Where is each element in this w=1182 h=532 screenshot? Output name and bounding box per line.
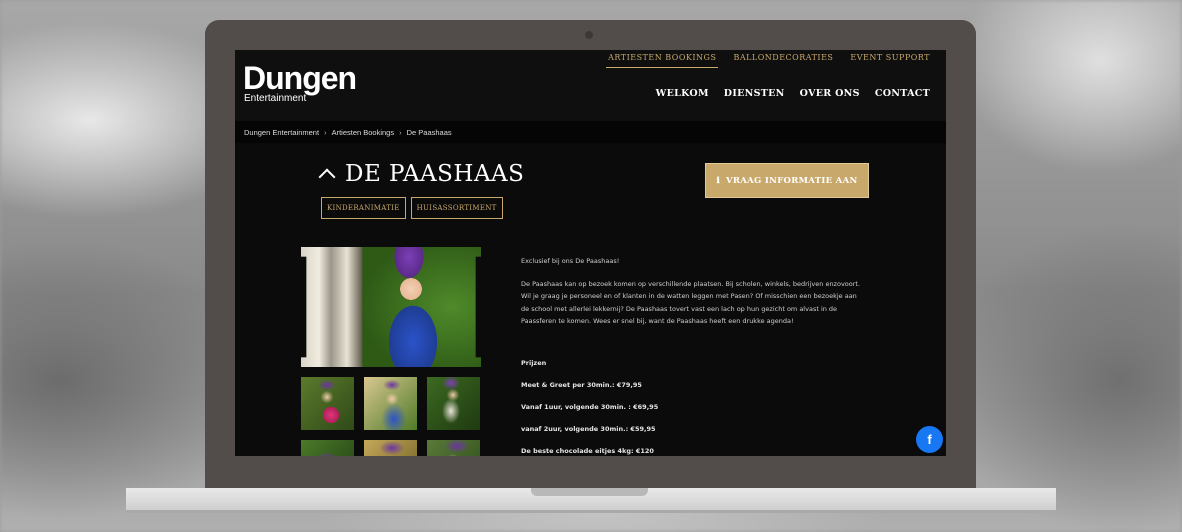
topnav-event-support[interactable]: EVENT SUPPORT (848, 53, 932, 68)
breadcrumb-current: De Paashaas (406, 127, 452, 137)
nav-diensten[interactable]: DIENSTEN (724, 88, 785, 99)
tag-list: KINDERANIMATIE HUISASSORTIMENT (321, 197, 503, 219)
topnav-ballondecoraties[interactable]: BALLONDECORATIES (731, 53, 835, 68)
gallery-thumbnail[interactable] (364, 440, 417, 456)
description-intro: Exclusief bij ons De Paashaas! (521, 257, 620, 265)
gallery-thumbnail[interactable] (364, 377, 417, 430)
gallery-thumbnail[interactable] (301, 377, 354, 430)
price-item: Meet & Greet per 30min.: €79,95 (521, 381, 642, 389)
page-title: DE PAASHAAS (345, 161, 525, 187)
top-nav: ARTIESTEN BOOKINGS BALLONDECORATIES EVEN… (606, 53, 932, 68)
breadcrumb-artiesten[interactable]: Artiesten Bookings (332, 128, 395, 137)
request-info-button[interactable]: ℹ VRAAG INFORMATIE AAN (705, 163, 869, 198)
topnav-artiesten-bookings[interactable]: ARTIESTEN BOOKINGS (606, 53, 719, 68)
chevron-up-icon[interactable] (318, 168, 336, 186)
hero-image[interactable] (301, 247, 481, 367)
laptop-notch (531, 488, 648, 496)
nav-over-ons[interactable]: OVER ONS (800, 88, 860, 99)
tag-kinderanimatie[interactable]: KINDERANIMATIE (321, 197, 406, 219)
tag-huisassortiment[interactable]: HUISASSORTIMENT (410, 197, 503, 219)
breadcrumb: Dungen Entertainment › Artiesten Booking… (235, 121, 946, 143)
gallery-thumbnail[interactable] (301, 440, 354, 456)
prices-heading: Prijzen (521, 359, 547, 367)
info-icon: ℹ (716, 175, 720, 186)
logo[interactable]: Dungen (243, 61, 357, 95)
site-header: Dungen Entertainment ARTIESTEN BOOKINGS … (235, 50, 946, 121)
main-nav: WELKOM DIENSTEN OVER ONS CONTACT (656, 88, 930, 99)
price-item: De beste chocolade eitjes 4kg: €120 (521, 447, 654, 455)
description: Exclusief bij ons De Paashaas! De Paasha… (521, 255, 866, 338)
breadcrumb-separator: › (399, 127, 402, 137)
breadcrumb-separator: › (324, 127, 327, 137)
price-item: Vanaf 1uur, volgende 30min. : €69,95 (521, 403, 659, 411)
title-row: DE PAASHAAS (318, 161, 525, 187)
laptop-screen: Dungen Entertainment ARTIESTEN BOOKINGS … (235, 50, 946, 456)
laptop-camera (585, 31, 593, 39)
gallery-thumbnail[interactable] (427, 440, 480, 456)
thumbnail-gallery (301, 377, 480, 456)
description-body: De Paashaas kan op bezoek komen op versc… (521, 279, 861, 326)
nav-welkom[interactable]: WELKOM (656, 88, 709, 99)
nav-contact[interactable]: CONTACT (875, 88, 930, 99)
facebook-icon[interactable]: f (916, 426, 943, 453)
logo-subtitle: Entertainment (244, 93, 307, 104)
request-info-label: VRAAG INFORMATIE AAN (725, 175, 858, 186)
price-item: vanaf 2uur, volgende 30min.: €59,95 (521, 425, 656, 433)
gallery-thumbnail[interactable] (427, 377, 480, 430)
breadcrumb-home[interactable]: Dungen Entertainment (244, 128, 319, 137)
price-list: Prijzen Meet & Greet per 30min.: €79,95 … (521, 358, 658, 456)
